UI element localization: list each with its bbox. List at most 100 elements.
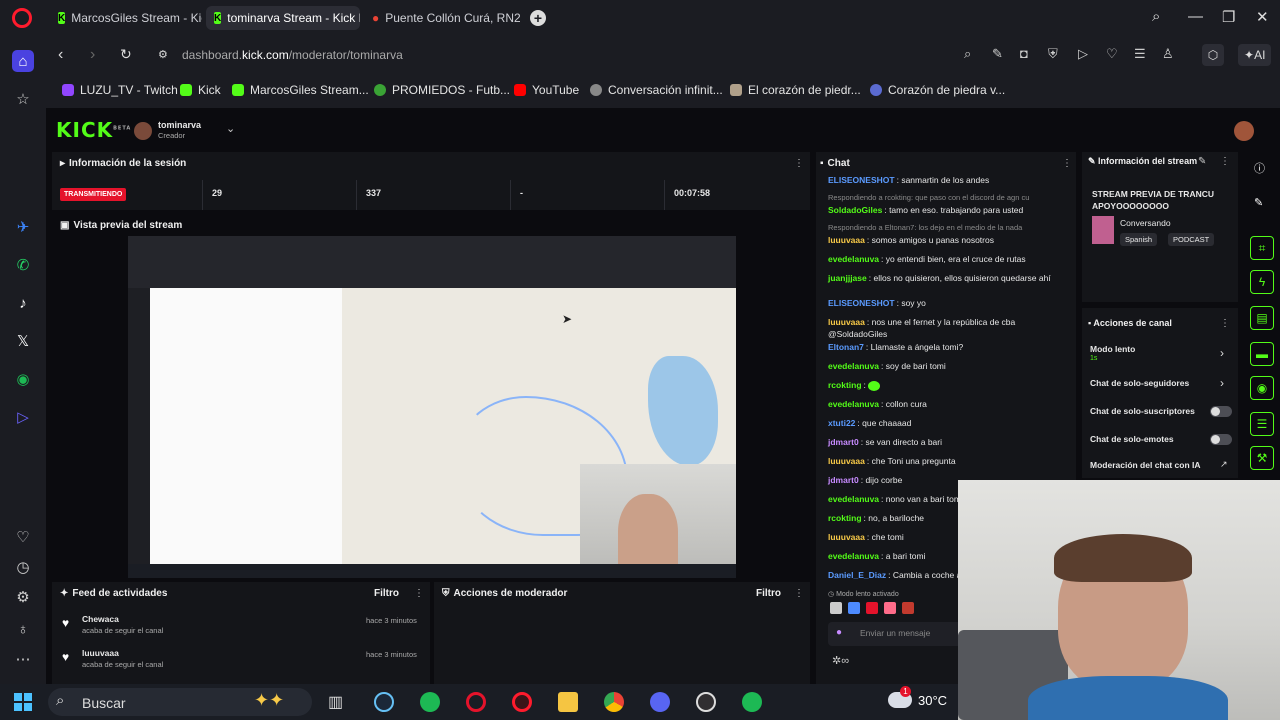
chat-username[interactable]: ELISEONESHOT (828, 298, 895, 308)
whatsapp-icon[interactable]: ✆ (12, 254, 34, 276)
chat-username[interactable]: evedelanuva (828, 254, 879, 264)
panel-menu-icon[interactable]: ⋮ (794, 588, 804, 599)
user-switcher[interactable]: tominarva Creador ⌄ (134, 120, 244, 142)
new-tab-button[interactable]: + (530, 10, 546, 26)
spotify-icon[interactable]: ◉ (12, 368, 34, 390)
discord-icon[interactable] (650, 692, 670, 712)
lightning-icon[interactable]: ϟ (1250, 270, 1274, 294)
chat-message[interactable]: ELISEONESHOT: soy yo (828, 297, 1064, 309)
messenger-icon[interactable]: ✈ (12, 216, 34, 238)
chat-username[interactable]: Daniel_E_Diaz (828, 570, 886, 580)
chat-message[interactable]: ELISEONESHOT: sanmartin de los andes (828, 174, 1064, 186)
wrench-icon[interactable]: ⚒ (1250, 446, 1274, 470)
info-icon[interactable]: ⓘ (1254, 160, 1265, 176)
history-icon[interactable]: ◷ (12, 556, 34, 578)
tab-tominarva[interactable]: Ktominarva Stream - Kick D (206, 6, 360, 30)
chat-username[interactable]: luuuvaaa (828, 532, 865, 542)
forward-icon[interactable]: › (90, 46, 95, 64)
tiktok-icon[interactable]: ♪ (12, 292, 34, 314)
taskbar-search[interactable]: ⌕ Buscar ✦✦ (48, 688, 312, 716)
windows-start-icon[interactable] (14, 693, 32, 711)
panel-menu-icon[interactable]: ⋮ (1220, 156, 1230, 167)
bookmark-kick[interactable]: Kick (180, 83, 221, 97)
chat-username[interactable]: rcokting (828, 380, 862, 390)
zoom-search-icon[interactable]: ⌕ (964, 46, 971, 62)
chat-username[interactable]: Eltonan7 (828, 342, 864, 352)
stream-video[interactable]: ➤ (128, 236, 736, 578)
panel-menu-icon[interactable]: ⋮ (1220, 318, 1230, 329)
document-icon[interactable]: ▤ (1250, 306, 1274, 330)
panel-menu-icon[interactable]: ⋮ (414, 588, 424, 599)
chat-username[interactable]: evedelanuva (828, 551, 879, 561)
emote-icon[interactable] (848, 602, 860, 614)
subs-only-toggle[interactable] (1210, 406, 1232, 417)
opera-gx-icon[interactable] (466, 692, 486, 712)
chrome-icon[interactable] (604, 692, 624, 712)
chat-username[interactable]: evedelanuva (828, 399, 879, 409)
heart-icon[interactable]: ♡ (1106, 46, 1118, 62)
tab-maps[interactable]: ● Puente Collón Curá, RN23 (364, 6, 520, 30)
chat-message[interactable]: evedelanuva: collon cura (828, 398, 1064, 410)
account-icon[interactable]: ♙ (1162, 46, 1174, 62)
camera-icon[interactable]: ◘ (1020, 46, 1028, 61)
chat-username[interactable]: jdmart0 (828, 475, 859, 485)
emote-icon[interactable] (866, 602, 878, 614)
emote-icon[interactable] (884, 602, 896, 614)
minimize-icon[interactable]: — (1188, 8, 1203, 25)
easy-setup-icon[interactable]: ☰ (1134, 46, 1146, 62)
pencil-icon[interactable]: ✎ (1254, 196, 1263, 209)
bookmark-corazon-2[interactable]: Corazón de piedra v... (870, 83, 1005, 97)
home-icon[interactable]: ⌂ (12, 50, 34, 72)
chat-username[interactable]: luuuvaaa (828, 235, 865, 245)
chat-username[interactable]: xtuti22 (828, 418, 855, 428)
chat-username[interactable]: juanjjjase (828, 273, 867, 283)
chat-username[interactable]: evedelanuva (828, 361, 879, 371)
shield-icon[interactable]: ⛨ (1048, 46, 1058, 62)
subs-only-row[interactable]: Chat de solo-suscriptores (1090, 404, 1232, 422)
layers-icon[interactable]: ☰ (1250, 412, 1274, 436)
chat-message[interactable]: Eltonan7: Llamaste a ángela tomi? (828, 341, 1064, 353)
emotes-only-row[interactable]: Chat de solo-emotes (1090, 432, 1232, 450)
chat-username[interactable]: jdmart0 (828, 437, 859, 447)
close-icon[interactable]: ✕ (1256, 8, 1269, 26)
chat-username[interactable]: luuuvaaa (828, 317, 865, 327)
clip-icon[interactable]: ⌗ (1250, 236, 1274, 260)
bookmark-conversacion[interactable]: Conversación infinit... (590, 83, 723, 97)
chat-username[interactable]: rcokting (828, 513, 862, 523)
edit-icon[interactable]: ✎ (992, 46, 1003, 62)
chat-message[interactable]: jdmart0: se van directo a bari (828, 436, 1064, 448)
panel-menu-icon[interactable]: ⋮ (1062, 158, 1072, 169)
broadcast-icon[interactable]: ◉ (1250, 376, 1274, 400)
heart-icon[interactable]: ♡ (12, 526, 34, 548)
bookmark-promiedos[interactable]: PROMIEDOS - Futb... (374, 83, 510, 97)
ai-moderation-row[interactable]: Moderación del chat con IA ↗ (1090, 458, 1232, 476)
chat-message[interactable]: SoldadoGiles: tamo en eso. trabajando pa… (828, 204, 1064, 216)
reload-icon[interactable]: ↻ (120, 46, 132, 63)
bookmark-marcosgiles[interactable]: MarcosGiles Stream... (232, 83, 369, 97)
chat-message[interactable]: luuuvaaa: nos une el fernet y la repúbli… (828, 316, 1064, 340)
chat-message[interactable]: rcokting: (828, 379, 1064, 391)
ai-button[interactable]: ✦AI (1238, 44, 1272, 66)
player-icon[interactable]: ▷ (12, 406, 34, 428)
message-icon[interactable]: ▬ (1250, 342, 1274, 366)
chat-message[interactable]: luuuvaaa: che Toni una pregunta (828, 455, 1064, 467)
url-field[interactable]: dashboard.kick.com/moderator/tominarva (182, 48, 403, 62)
edit-icon[interactable]: ✎ (1198, 156, 1206, 167)
emote-icon[interactable] (830, 602, 842, 614)
opera-logo-icon[interactable] (12, 8, 32, 28)
task-view-icon[interactable]: ▥ (328, 692, 343, 712)
chat-username[interactable]: luuuvaaa (828, 456, 865, 466)
site-info-icon[interactable]: ⚙ (158, 48, 168, 61)
tab-marcosgiles[interactable]: K MarcosGiles Stream - Kick (50, 6, 202, 30)
chat-message[interactable]: xtuti22: que chaaaad (828, 417, 1064, 429)
bookmark-luzu[interactable]: LUZU_TV - Twitch (62, 83, 178, 97)
chat-username[interactable]: SoldadoGiles (828, 205, 882, 215)
chat-message[interactable]: evedelanuva: yo entendi bien, era el cru… (828, 253, 1064, 265)
chat-username[interactable]: evedelanuva (828, 494, 879, 504)
bookmark-youtube[interactable]: YouTube (514, 83, 579, 97)
steam-icon[interactable] (374, 692, 394, 712)
maximize-icon[interactable]: ❐ (1222, 8, 1235, 26)
spotify-icon[interactable] (420, 692, 440, 712)
chat-message[interactable]: luuuvaaa: somos amigos u panas nosotros (828, 234, 1064, 246)
chat-message[interactable]: juanjjjase: ellos no quisieron, ellos qu… (828, 272, 1064, 284)
